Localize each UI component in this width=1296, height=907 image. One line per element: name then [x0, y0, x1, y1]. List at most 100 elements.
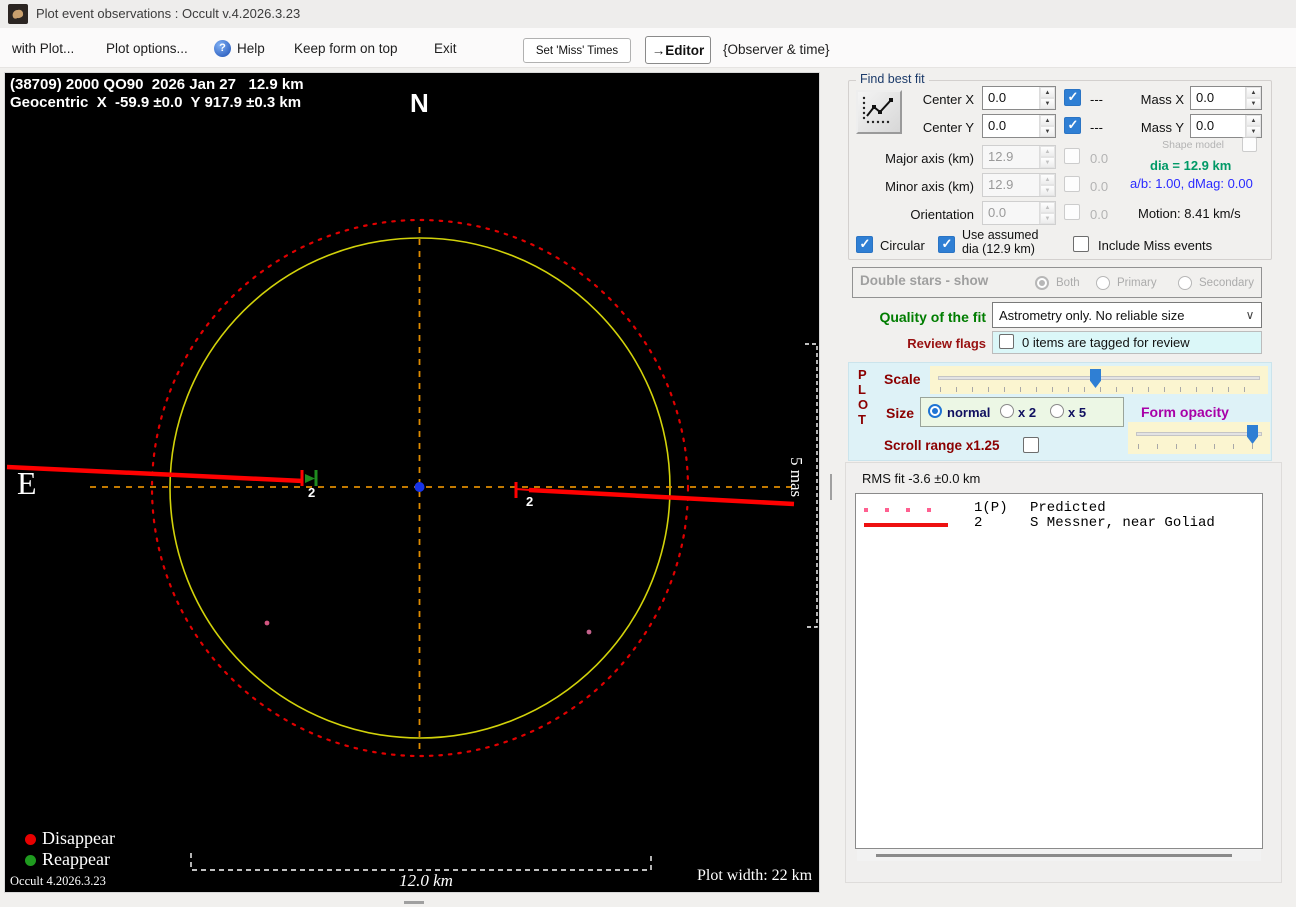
double-stars-title: Double stars - show	[860, 273, 989, 288]
scale-label: Scale	[884, 371, 921, 387]
center-y-stepper-icon[interactable]: ▲ ▼	[1039, 115, 1055, 137]
minor-axis-spinner: 12.9 ▲ ▼	[982, 173, 1056, 197]
plot-letter-p: P	[858, 367, 867, 382]
orientation-label: Orientation	[910, 207, 974, 222]
chevron-down-icon[interactable]: ∨	[1239, 308, 1261, 322]
size-label: Size	[886, 405, 915, 421]
plot-canvas	[6, 218, 818, 871]
legend-row[interactable]: 2 S Messner, near Goliad	[974, 515, 1215, 531]
plot-letter-o: O	[858, 397, 869, 412]
use-assumed-dia-checkbox[interactable]	[938, 236, 955, 253]
window-title: Plot event observations : Occult v.4.202…	[36, 6, 301, 21]
chord-label-right: 2	[526, 494, 534, 509]
scale-slider[interactable]	[930, 366, 1268, 394]
center-x-spinner[interactable]: 0.0 ▲ ▼	[982, 86, 1056, 110]
scroll-range-checkbox[interactable]	[1023, 437, 1039, 453]
legend-hscrollbar-thumb[interactable]	[876, 854, 1232, 857]
diameter-label: dia = 12.9 km	[1150, 158, 1232, 173]
size-normal-radio[interactable]	[928, 404, 942, 418]
editor-button[interactable]: →Editor	[645, 36, 711, 64]
north-label: N	[410, 88, 429, 118]
major-axis-stepper-icon: ▲ ▼	[1039, 146, 1055, 168]
use-assumed-label-line2: dia (12.9 km)	[962, 241, 1035, 256]
center-y-flag: ---	[1090, 120, 1103, 135]
size-x2-label[interactable]: x 2	[1018, 405, 1036, 420]
major-axis-spinner: 12.9 ▲ ▼	[982, 145, 1056, 169]
horizontal-splitter-grip[interactable]	[404, 901, 424, 904]
plot-letter-t: T	[858, 412, 866, 427]
plot-version-label: Occult 4.2026.3.23	[10, 874, 106, 888]
scroll-range-label: Scroll range x1.25	[884, 438, 1000, 453]
legend-name: Predicted	[1030, 500, 1106, 516]
quality-fit-value: Astrometry only. No reliable size	[999, 307, 1185, 323]
mas-scale-bracket	[805, 343, 818, 628]
km-scale-label: 12.0 km	[399, 871, 453, 890]
legend-row[interactable]: 1(P) Predicted	[974, 500, 1106, 516]
double-stars-both-radio	[1035, 276, 1049, 290]
circular-checkbox[interactable]	[856, 236, 873, 253]
menu-with-plot[interactable]: with Plot...	[12, 41, 74, 56]
minor-axis-label: Minor axis (km)	[885, 179, 974, 194]
size-x5-radio[interactable]	[1050, 404, 1064, 418]
center-y-checkbox[interactable]	[1064, 117, 1081, 134]
shape-model-label: Shape model	[1162, 139, 1224, 151]
include-miss-checkbox[interactable]	[1073, 236, 1089, 252]
review-flags-text: 0 items are tagged for review	[1022, 335, 1190, 350]
size-x2-radio[interactable]	[1000, 404, 1014, 418]
observed-chord-right	[528, 487, 795, 507]
disappear-legend: Disappear	[42, 828, 115, 848]
orientation-checkbox	[1064, 204, 1080, 220]
chord-legend-list[interactable]	[855, 493, 1263, 849]
legend-sample-solid	[864, 523, 948, 527]
center-x-label: Center X	[922, 92, 974, 107]
center-x-value[interactable]: 0.0	[983, 87, 1039, 109]
mass-x-value[interactable]: 0.0	[1191, 87, 1245, 109]
mass-y-label: Mass Y	[1140, 120, 1184, 135]
menu-exit[interactable]: Exit	[434, 41, 457, 56]
observed-chord-left	[6, 464, 304, 484]
predicted-point	[264, 620, 270, 626]
mass-y-spinner[interactable]: 0.0 ▲ ▼	[1190, 114, 1262, 138]
scale-slider-thumb[interactable]	[1090, 369, 1101, 388]
major-axis-label: Major axis (km)	[885, 151, 974, 166]
east-label: E	[17, 465, 37, 501]
mass-x-stepper-icon[interactable]: ▲ ▼	[1245, 87, 1261, 109]
help-icon[interactable]: ?	[214, 40, 231, 57]
reappear-legend: Reappear	[42, 849, 110, 869]
form-opacity-track[interactable]	[1136, 432, 1262, 436]
set-miss-times-button[interactable]: Set 'Miss' Times	[523, 38, 631, 63]
menu-keep-form-on-top[interactable]: Keep form on top	[294, 41, 398, 56]
quality-fit-dropdown[interactable]: Astrometry only. No reliable size ∨	[992, 302, 1262, 328]
review-flags-label: Review flags	[907, 336, 986, 351]
vertical-splitter-grip[interactable]	[830, 474, 832, 500]
observer-time-label: {Observer & time}	[723, 42, 830, 57]
center-point	[414, 482, 425, 492]
review-flags-checkbox[interactable]	[999, 334, 1014, 349]
shape-model-checkbox	[1242, 137, 1257, 152]
form-opacity-slider[interactable]	[1128, 422, 1270, 454]
double-stars-secondary-label: Secondary	[1199, 277, 1254, 289]
mass-x-spinner[interactable]: 0.0 ▲ ▼	[1190, 86, 1262, 110]
center-x-stepper-icon[interactable]: ▲ ▼	[1039, 87, 1055, 109]
app-icon	[8, 4, 28, 24]
reappear-dot-icon	[25, 855, 36, 866]
double-stars-primary-label: Primary	[1117, 277, 1157, 289]
double-stars-primary-radio	[1096, 276, 1110, 290]
center-y-value[interactable]: 0.0	[983, 115, 1039, 137]
scale-slider-ticks	[940, 387, 1260, 392]
legend-id: 1(P)	[974, 500, 1008, 516]
plot-width-label: Plot width: 22 km	[697, 867, 813, 884]
size-x5-label[interactable]: x 5	[1068, 405, 1086, 420]
mass-y-value[interactable]: 0.0	[1191, 115, 1245, 137]
size-normal-label[interactable]: normal	[947, 405, 990, 420]
occultation-plot[interactable]: (38709) 2000 QO90 2026 Jan 27 12.9 km Ge…	[4, 72, 820, 893]
center-x-checkbox[interactable]	[1064, 89, 1081, 106]
menu-help[interactable]: Help	[237, 41, 265, 56]
find-best-fit-title: Find best fit	[856, 72, 929, 86]
double-stars-both-label: Both	[1056, 277, 1080, 289]
center-y-spinner[interactable]: 0.0 ▲ ▼	[982, 114, 1056, 138]
form-opacity-thumb[interactable]	[1247, 425, 1258, 444]
mass-y-stepper-icon[interactable]: ▲ ▼	[1245, 115, 1261, 137]
form-opacity-ticks	[1138, 444, 1262, 449]
menu-plot-options[interactable]: Plot options...	[106, 41, 188, 56]
